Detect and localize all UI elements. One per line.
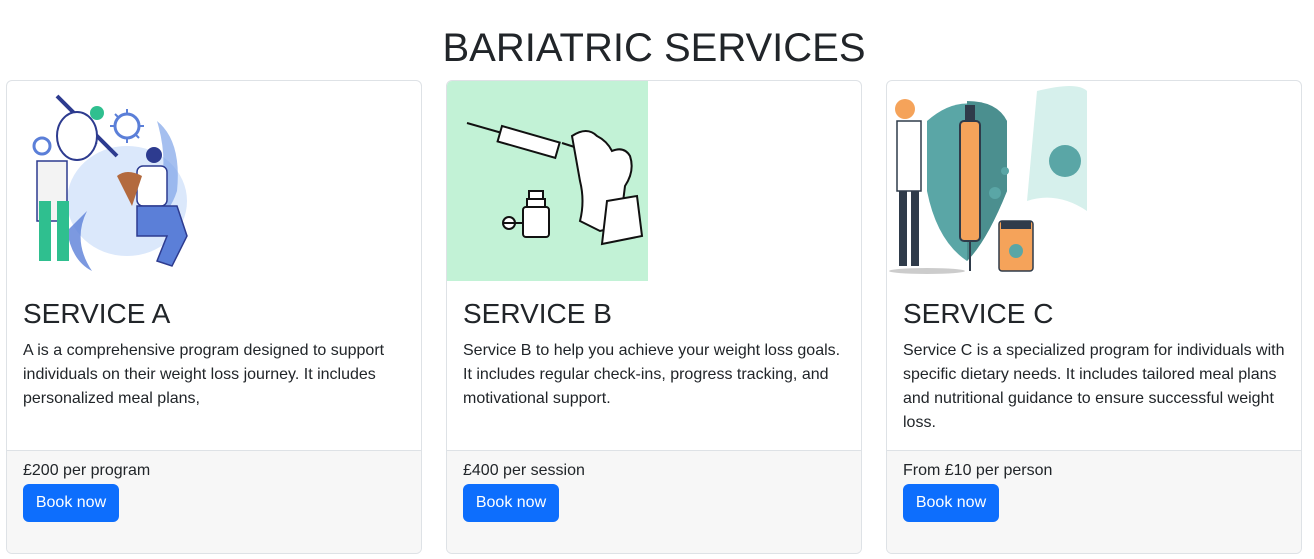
service-a-price: £200 per program: [23, 462, 151, 479]
service-card-c: SERVICE C Service C is a specialized pro…: [886, 80, 1302, 554]
syringe-vial-illustration-b: [447, 81, 648, 281]
service-a-title: SERVICE A: [23, 298, 171, 329]
book-now-button-b[interactable]: Book now: [463, 484, 559, 522]
service-b-title: SERVICE B: [463, 298, 612, 329]
doctor-syringe-illustration-c: [887, 81, 1088, 281]
service-a-description: A is a comprehensive program designed to…: [23, 342, 385, 407]
service-card-b: SERVICE B Service B to help you achieve …: [446, 80, 862, 554]
service-b-price: £400 per session: [463, 462, 585, 479]
service-a-footer: £200 per program Book now: [7, 450, 421, 553]
page-title: BARIATRIC SERVICES: [442, 26, 866, 70]
service-b-description: Service B to help you achieve your weigh…: [463, 342, 841, 407]
book-now-button-a[interactable]: Book now: [23, 484, 119, 522]
service-c-description: Service C is a specialized program for i…: [903, 342, 1285, 431]
book-now-button-c[interactable]: Book now: [903, 484, 999, 522]
service-c-title: SERVICE C: [903, 298, 1054, 329]
service-c-footer: From £10 per person Book now: [887, 450, 1301, 553]
service-c-price: From £10 per person: [903, 462, 1053, 479]
vaccination-illustration-a: [7, 81, 208, 281]
service-b-footer: £400 per session Book now: [447, 450, 861, 553]
service-card-a: SERVICE A A is a comprehensive program d…: [6, 80, 422, 554]
